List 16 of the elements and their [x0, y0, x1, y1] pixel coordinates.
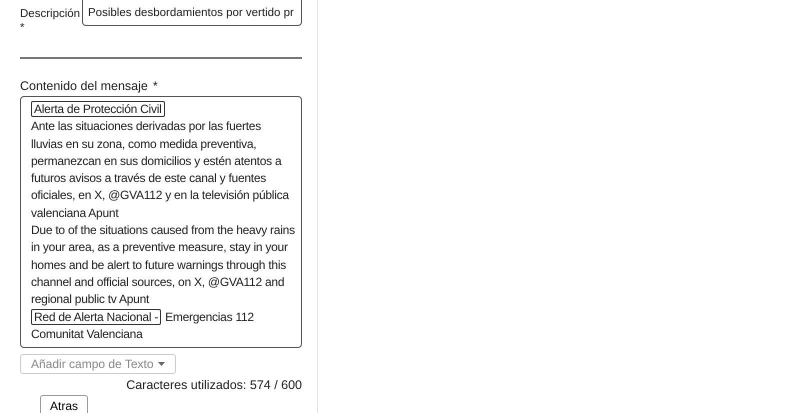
message-field[interactable]	[20, 96, 302, 348]
required-mark: *	[20, 21, 26, 35]
back-button[interactable]: Atras	[40, 395, 88, 413]
caret-icon	[158, 362, 165, 366]
description-field[interactable]: Posibles desbordamientos por vertido pr	[82, 0, 302, 26]
tag-chip: Alerta de Protección Civil	[31, 101, 165, 117]
add-field-dropdown[interactable]: Añadir campo de Texto	[20, 354, 176, 374]
tag-chip: Red de Alerta Nacional -	[31, 308, 162, 325]
message-text: Emergencias 112	[165, 310, 254, 324]
field-label: Descripción	[20, 7, 82, 21]
field-label: Contenido del mensaje	[20, 79, 148, 93]
character-count: Caracteres utilizados: 574 / 600	[125, 378, 302, 392]
message-text: Due to of the situations caused from the heavy rains in your area, as a preventive measure, stay in your homes and be alert to future warnings through this channel and official sources, on X, @GVA112 and regional public tv Apunt	[31, 223, 295, 306]
required-mark: *	[152, 79, 158, 93]
message-text: Ante las situaciones derivadas por las fuertes lluvias en su zona, como medida preventiva, permanezcan en sus domicilios y estén atentos a futuros avisos a través de este canal y fuentes oficiales, en X, @GVA112 y en la televisión pública valenciana Apunt	[31, 119, 289, 220]
message-text: Comunitat Valenciana	[31, 326, 143, 341]
